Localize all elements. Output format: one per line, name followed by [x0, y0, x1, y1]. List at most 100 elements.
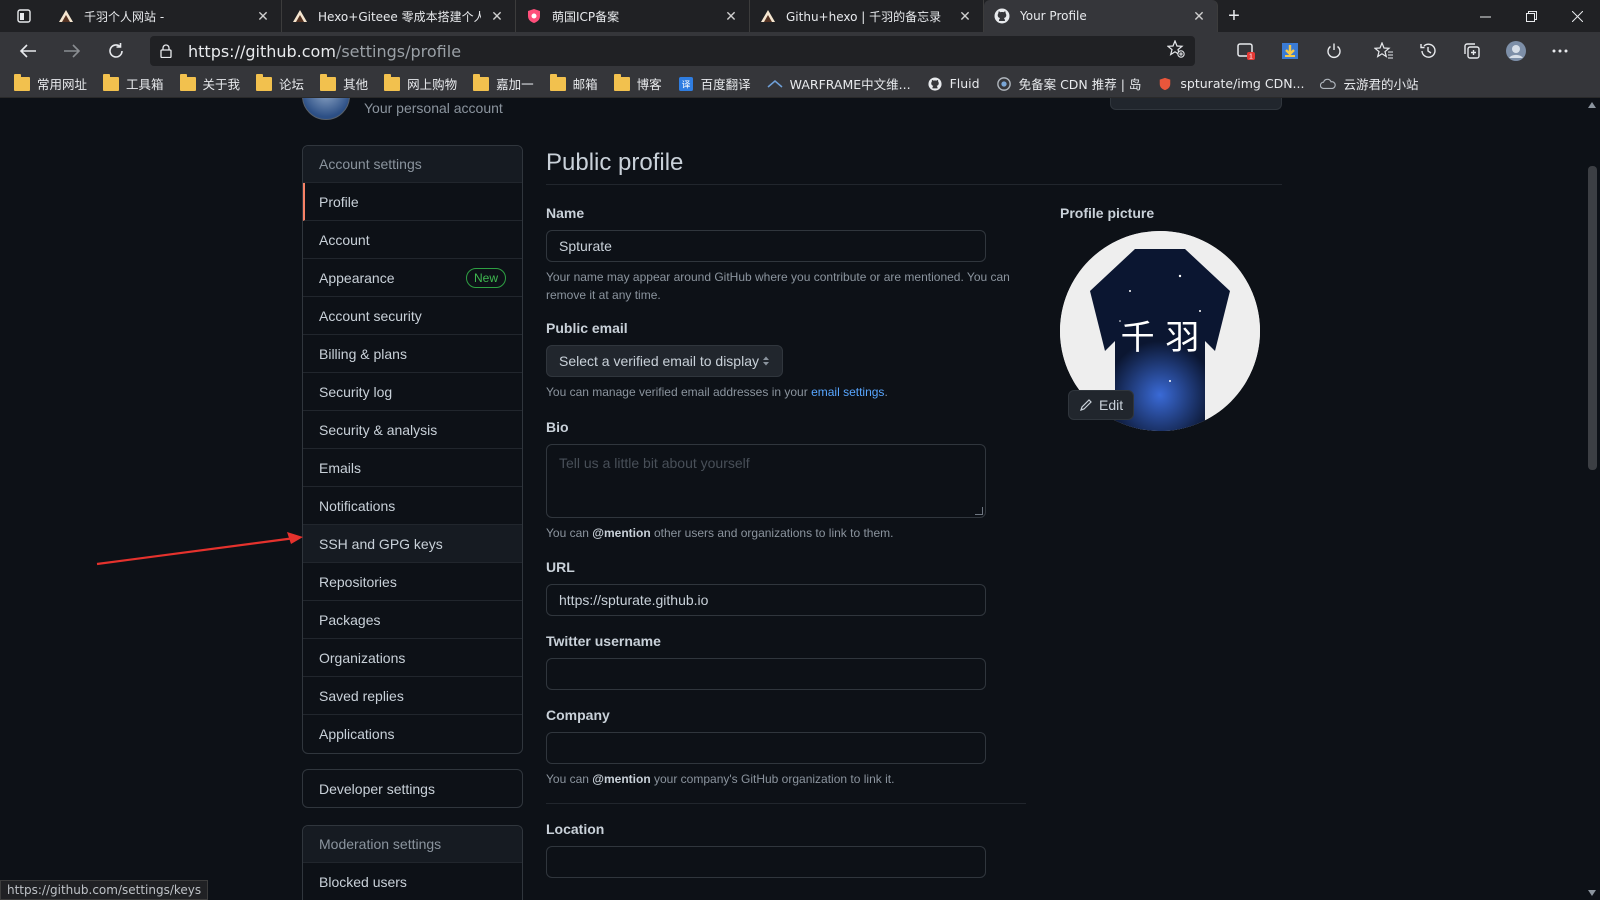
extension-notifier-icon[interactable]: 1 — [1224, 32, 1268, 70]
address-bar[interactable]: https://github.com/settings/profile — [150, 36, 1195, 66]
close-icon[interactable]: ✕ — [1191, 8, 1207, 24]
sidebar-item-account[interactable]: Account — [303, 221, 522, 259]
sidebar-item-label: Repositories — [319, 573, 397, 590]
edit-picture-button[interactable]: Edit — [1068, 390, 1135, 420]
page-scrollbar[interactable] — [1584, 98, 1600, 900]
company-note-end: your company's GitHub organization to li… — [654, 772, 895, 786]
favorites-icon[interactable] — [1362, 32, 1406, 70]
location-input[interactable] — [546, 846, 986, 878]
more-menu-icon[interactable] — [1538, 32, 1582, 70]
close-icon[interactable]: ✕ — [957, 8, 973, 24]
bookmark-folder[interactable]: 工具箱 — [103, 73, 164, 93]
twitter-input[interactable] — [546, 658, 986, 690]
back-button[interactable] — [6, 32, 50, 70]
email-settings-link[interactable]: email settings — [811, 385, 884, 399]
close-window-button[interactable] — [1554, 0, 1600, 32]
folder-icon — [179, 73, 196, 91]
sidebar-item-security-analysis[interactable]: Security & analysis — [303, 411, 522, 449]
history-icon[interactable] — [1406, 32, 1450, 70]
email-note-end: . — [884, 385, 888, 399]
back-arrow-icon — [19, 44, 36, 58]
bookmark-folder[interactable]: 常用网址 — [14, 73, 87, 93]
avatar[interactable] — [302, 98, 350, 120]
bookmark-label: 邮箱 — [572, 77, 598, 92]
moderation-sidebar: Moderation settings Blocked users — [302, 825, 523, 900]
bookmark-folder[interactable]: 论坛 — [256, 73, 305, 93]
browser-tab[interactable]: Hexo+Giteee 零成本搭建个人静 ✕ — [282, 0, 516, 32]
sidebar-item-developer-settings[interactable]: Developer settings — [302, 769, 523, 808]
public-email-label: Public email — [546, 320, 628, 336]
power-icon[interactable] — [1312, 32, 1356, 70]
bookmark-link[interactable]: spturate/img CDN... — [1157, 76, 1304, 91]
sidebar-item-appearance[interactable]: Appearance New — [303, 259, 522, 297]
tab-actions-button[interactable] — [0, 0, 48, 32]
bookmark-folder[interactable]: 嘉加一 — [473, 73, 534, 93]
sidebar-item-repositories[interactable]: Repositories — [303, 563, 522, 601]
browser-tab[interactable]: 千羽个人网站 - ✕ — [48, 0, 282, 32]
bookmark-link[interactable]: 免备案 CDN 推荐 | 岛 — [996, 74, 1141, 93]
browser-tab-bar: 千羽个人网站 - ✕ Hexo+Giteee 零成本搭建个人静 ✕ 萌国ICP备… — [0, 0, 1600, 32]
sidebar-item-security-log[interactable]: Security log — [303, 373, 522, 411]
bookmark-label: 论坛 — [279, 77, 305, 92]
sidebar-item-packages[interactable]: Packages — [303, 601, 522, 639]
new-tab-button[interactable]: + — [1218, 0, 1250, 32]
bookmark-folder[interactable]: 博客 — [613, 73, 662, 93]
bookmark-folder[interactable]: 关于我 — [179, 73, 240, 93]
bookmark-link[interactable]: WARFRAME中文维... — [767, 74, 911, 93]
forward-button[interactable] — [50, 32, 94, 70]
sidebar-item-applications[interactable]: Applications — [303, 715, 522, 753]
close-icon[interactable]: ✕ — [723, 8, 739, 24]
sidebar-item-account-security[interactable]: Account security — [303, 297, 522, 335]
bookmark-folder[interactable]: 其他 — [320, 73, 368, 93]
bookmark-link[interactable]: Fluid — [927, 76, 980, 91]
toolbar-extensions: 1 — [1224, 32, 1582, 70]
add-favorite-icon[interactable] — [1166, 38, 1185, 63]
sidebar-item-label: Security & analysis — [319, 421, 438, 438]
select-arrows-icon — [763, 356, 769, 366]
url-input[interactable]: https://spturate.github.io — [546, 584, 986, 616]
collections-icon[interactable] — [1450, 32, 1494, 70]
sidebar-item-label: SSH and GPG keys — [319, 535, 443, 552]
browser-tab-active[interactable]: Your Profile ✕ — [984, 0, 1218, 32]
bookmark-folder[interactable]: 网上购物 — [384, 73, 457, 93]
bookmark-label: 嘉加一 — [496, 77, 534, 92]
close-icon[interactable]: ✕ — [489, 8, 505, 24]
folder-icon — [320, 73, 337, 91]
sidebar-item-blocked-users[interactable]: Blocked users — [303, 863, 522, 900]
minimize-button[interactable] — [1462, 0, 1508, 32]
sidebar-item-profile[interactable]: Profile — [303, 183, 522, 221]
folder-icon — [103, 73, 120, 91]
bio-textarea[interactable]: Tell us a little bit about yourself — [546, 444, 986, 518]
sidebar-item-organizations[interactable]: Organizations — [303, 639, 522, 677]
sidebar-item-billing[interactable]: Billing & plans — [303, 335, 522, 373]
close-icon[interactable]: ✕ — [255, 8, 271, 24]
bookmark-label: 百度翻译 — [700, 77, 751, 92]
name-input[interactable]: Spturate — [546, 230, 986, 262]
bookmark-folder[interactable]: 邮箱 — [549, 73, 598, 93]
bookmark-link[interactable]: 译百度翻译 — [678, 74, 751, 93]
bookmark-link[interactable]: 云游君的小站 — [1320, 74, 1418, 93]
bio-note: You can @mention other users and organiz… — [546, 524, 1016, 542]
profile-avatar-icon[interactable] — [1494, 32, 1538, 70]
browser-tab[interactable]: Githu+hexo | 千羽的备忘录 ✕ — [750, 0, 984, 32]
email-note: You can manage verified email addresses … — [546, 383, 1016, 401]
sidebar-item-notifications[interactable]: Notifications — [303, 487, 522, 525]
download-extension-icon[interactable] — [1268, 32, 1312, 70]
shield-icon — [1160, 77, 1171, 90]
go-to-profile-button[interactable] — [1110, 98, 1282, 110]
reload-button[interactable] — [94, 32, 138, 70]
sidebar-item-saved-replies[interactable]: Saved replies — [303, 677, 522, 715]
bookmark-label: 博客 — [636, 77, 662, 92]
public-email-select[interactable]: Select a verified email to display — [546, 345, 783, 377]
restore-button[interactable] — [1508, 0, 1554, 32]
folder-icon — [256, 73, 273, 91]
svg-text:译: 译 — [681, 79, 690, 90]
browser-tab[interactable]: 萌国ICP备案 ✕ — [516, 0, 750, 32]
company-input[interactable] — [546, 732, 986, 764]
sidebar-item-emails[interactable]: Emails — [303, 449, 522, 487]
scroll-down-icon — [1588, 890, 1596, 896]
resize-grip-icon[interactable] — [975, 507, 983, 515]
scrollbar-thumb[interactable] — [1588, 166, 1597, 470]
bookmark-label: Fluid — [949, 76, 980, 91]
sidebar-item-ssh-gpg-keys[interactable]: SSH and GPG keys — [303, 525, 522, 563]
